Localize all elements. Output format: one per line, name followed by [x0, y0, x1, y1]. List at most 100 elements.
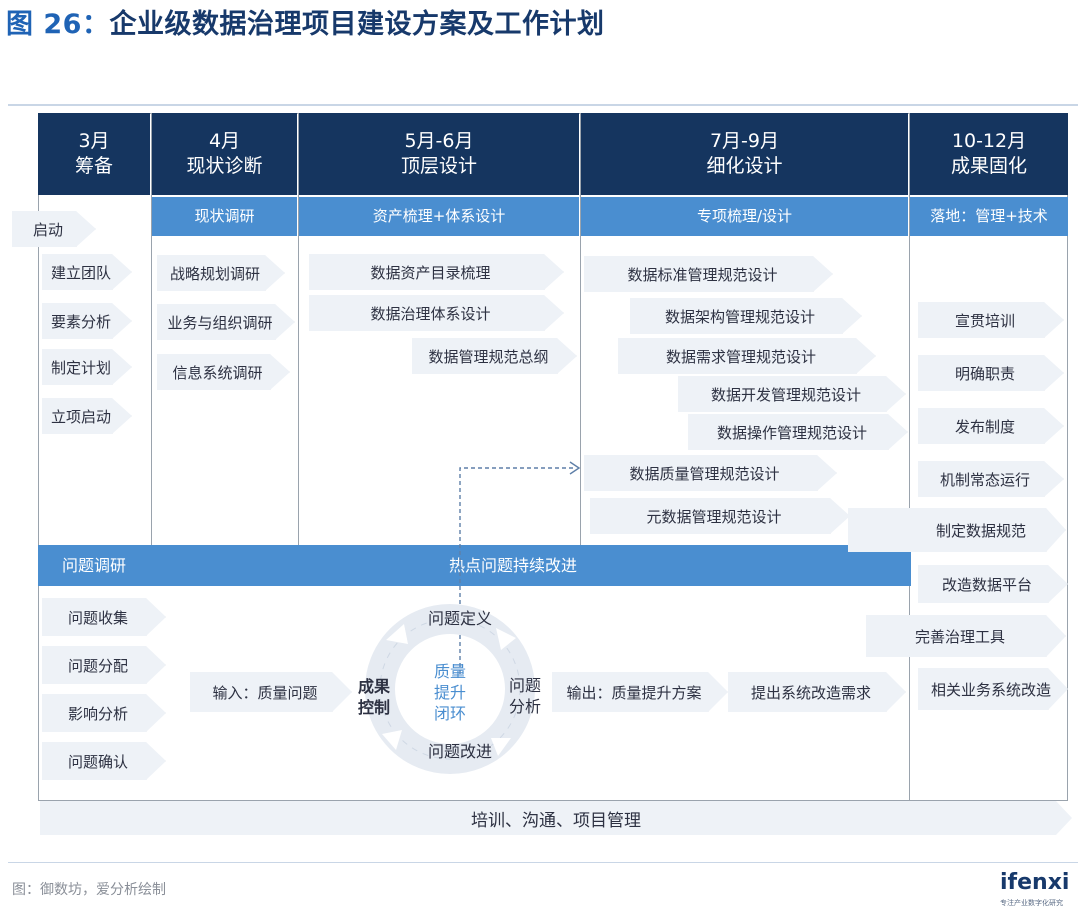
- arrow-label: 数据管理规范总纲: [428, 347, 549, 366]
- cycle-input-arrow: 输入：质量问题: [190, 672, 352, 712]
- arrow-label: 启动: [32, 220, 63, 239]
- arrow-label: 数据治理体系设计: [370, 304, 491, 323]
- cycle-control-line: 成果: [357, 677, 390, 696]
- phase-header-detail-design: 7月-9月 细化设计: [581, 113, 908, 195]
- subheader-top-design: 资产梳理+体系设计: [299, 197, 579, 236]
- bottom-banner: 培训、沟通、项目管理: [40, 801, 1072, 835]
- arrow-label: 数据架构管理规范设计: [664, 307, 815, 326]
- solidify-step: 明确职责: [918, 355, 1064, 391]
- cycle-center-line: 闭环: [433, 704, 466, 723]
- arrow-label: 要素分析: [50, 312, 111, 331]
- cycle-center-line: 提升: [433, 683, 466, 702]
- arrow-label: 数据质量管理规范设计: [629, 464, 780, 483]
- solidify-step: 完善治理工具: [866, 615, 1066, 657]
- arrow-label: 机制常态运行: [939, 470, 1030, 489]
- solidify-step: 机制常态运行: [918, 461, 1064, 497]
- issue-step: 问题分配: [42, 646, 166, 684]
- arrow-label: 问题收集: [67, 608, 128, 627]
- cycle-define: 问题定义: [427, 609, 492, 628]
- phase-name: 现状诊断: [186, 155, 263, 177]
- detail-design-step: 数据架构管理规范设计: [630, 298, 862, 334]
- arrow-label: 战略规划调研: [169, 264, 260, 283]
- diagnosis-step: 信息系统调研: [157, 354, 290, 390]
- phase-name: 成果固化: [950, 155, 1027, 177]
- phase-month: 4月: [208, 130, 241, 152]
- diagnosis-step: 战略规划调研: [157, 255, 285, 291]
- arrow-label: 完善治理工具: [914, 627, 1005, 646]
- bottom-banner-label: 培训、沟通、项目管理: [471, 810, 641, 831]
- arrow-label: 立项启动: [50, 407, 111, 426]
- arrow-label: 数据标准管理规范设计: [627, 265, 778, 284]
- cycle-improve: 问题改进: [427, 742, 492, 761]
- arrow-label: 制定计划: [50, 358, 111, 377]
- arrow-label: 提出系统改造需求: [750, 683, 871, 702]
- arrow-label: 数据操作管理规范设计: [716, 423, 867, 442]
- arrow-label: 建立团队: [50, 263, 111, 282]
- arrow-label: 输入：质量问题: [212, 683, 318, 702]
- arrow-label: 数据资产目录梳理: [370, 263, 491, 282]
- cycle-analyze-line: 问题: [508, 676, 541, 695]
- issue-step: 影响分析: [42, 694, 166, 732]
- arrow-label: 问题分配: [67, 656, 128, 675]
- arrow-label: 制定数据规范: [935, 521, 1026, 540]
- arrow-label: 发布制度: [954, 417, 1015, 436]
- diagnosis-step: 业务与组织调研: [157, 304, 295, 340]
- detail-design-step: 元数据管理规范设计: [590, 498, 850, 534]
- cycle-center: 质量 提升 闭环: [425, 661, 475, 724]
- arrow-label: 相关业务系统改造: [930, 680, 1051, 699]
- cycle-control-line: 控制: [357, 698, 390, 717]
- arrow-label: 业务与组织调研: [167, 313, 273, 332]
- figure-title: 企业级数据治理项目建设方案及工作计划: [109, 9, 605, 40]
- system-change-arrow: 提出系统改造需求: [728, 672, 906, 712]
- arrow-label: 输出：质量提升方案: [566, 683, 702, 702]
- detail-design-step: 数据操作管理规范设计: [688, 414, 908, 450]
- solidify-step: 改造数据平台: [918, 565, 1068, 603]
- cycle-control: 成果 控制: [351, 676, 397, 718]
- detail-design-step: 数据标准管理规范设计: [584, 256, 833, 292]
- phase-month: 5月-6月: [404, 130, 474, 152]
- cycle-analyze: 问题 分析: [502, 675, 548, 717]
- subheader-diagnosis: 现状调研: [152, 197, 297, 236]
- phase-header-top-design: 5月-6月 顶层设计: [299, 113, 579, 195]
- arrow-label: 宣贯培训: [954, 311, 1015, 330]
- phase-name: 顶层设计: [400, 155, 477, 177]
- phase-month: 7月-9月: [709, 130, 780, 152]
- phase-month: 10-12月: [951, 130, 1027, 152]
- arrow-label: 改造数据平台: [941, 575, 1032, 594]
- arrow-label: 数据开发管理规范设计: [710, 385, 861, 404]
- solidify-step: 宣贯培训: [918, 302, 1064, 338]
- top-divider: [8, 104, 1078, 106]
- subheader-detail-design: 专项梳理/设计: [581, 197, 908, 236]
- solidify-step: 发布制度: [918, 408, 1064, 444]
- detail-design-step: 数据质量管理规范设计: [584, 455, 837, 491]
- footer-divider: [8, 862, 1078, 863]
- phase-month: 3月: [78, 130, 110, 152]
- arrow-label: 数据需求管理规范设计: [665, 347, 816, 366]
- solidify-step: 制定数据规范: [848, 508, 1066, 552]
- subheader-solidify: 落地：管理+技术: [910, 197, 1068, 236]
- detail-design-step: 数据需求管理规范设计: [618, 338, 876, 374]
- top-design-step: 数据资产目录梳理: [309, 254, 564, 290]
- hotspot-left-label: 问题调研: [62, 556, 127, 575]
- cycle-analyze-line: 分析: [508, 697, 541, 716]
- brand-tagline: 专注产业数字化研究: [1000, 899, 1063, 907]
- phase-header-solidify: 10-12月 成果固化: [910, 113, 1068, 195]
- page-title: 图 26：企业级数据治理项目建设方案及工作计划: [6, 2, 604, 41]
- arrow-label: 信息系统调研: [172, 363, 263, 382]
- phase-header-prep: 3月 筹备: [38, 113, 150, 195]
- top-design-step: 数据管理规范总纲: [412, 338, 577, 374]
- source-note: 图：御数坊，爱分析绘制: [12, 882, 166, 898]
- arrow-label: 明确职责: [954, 364, 1015, 383]
- phase-name: 筹备: [74, 155, 113, 177]
- issue-step: 问题收集: [42, 598, 166, 636]
- issue-step: 问题确认: [42, 742, 166, 780]
- arrow-label: 问题确认: [67, 752, 128, 771]
- figure-number: 图 26：: [6, 9, 110, 40]
- solidify-step: 相关业务系统改造: [918, 668, 1068, 710]
- detail-design-step: 数据开发管理规范设计: [678, 376, 906, 412]
- cycle-center-line: 质量: [433, 662, 466, 681]
- cycle-output-arrow: 输出：质量提升方案: [552, 672, 728, 712]
- top-design-step: 数据治理体系设计: [309, 295, 564, 331]
- phase-header-diagnosis: 4月 现状诊断: [152, 113, 297, 195]
- phase-name: 细化设计: [706, 155, 783, 177]
